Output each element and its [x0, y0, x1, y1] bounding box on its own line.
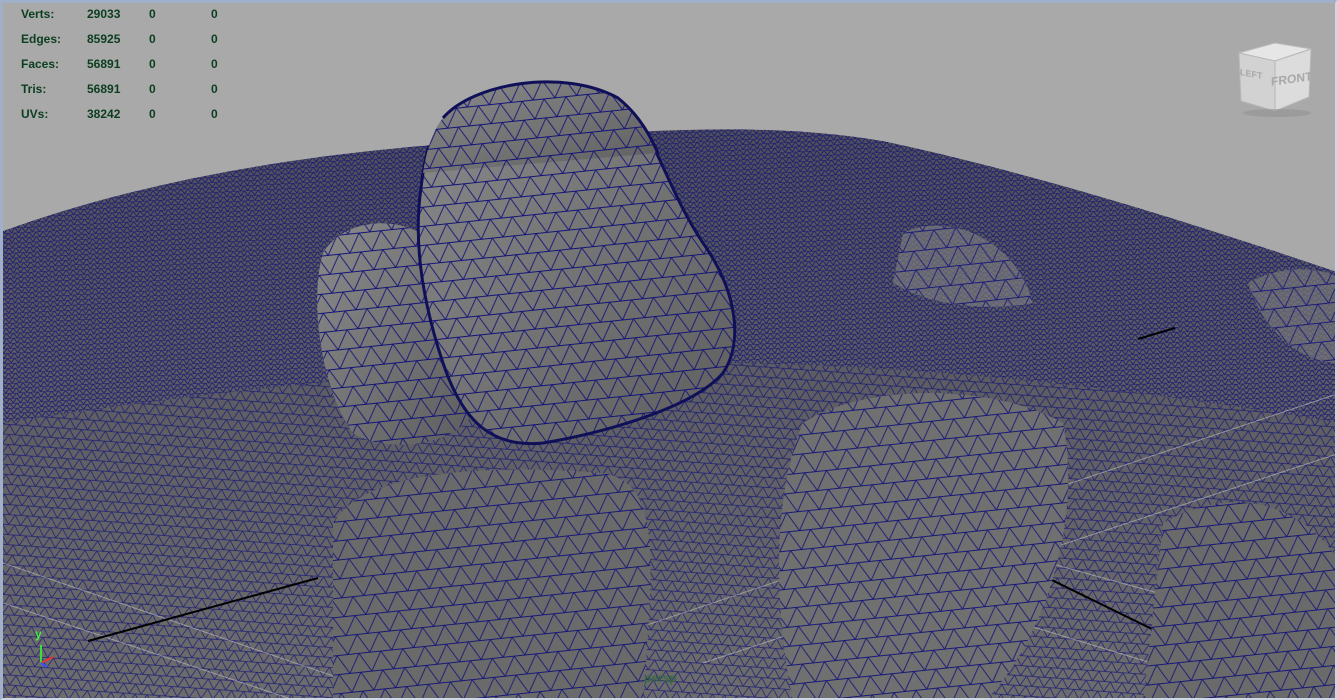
hud-value-selected: 0 — [149, 82, 156, 96]
hud-label: Tris: — [21, 82, 47, 96]
hud-value-other: 0 — [211, 107, 218, 121]
hud-value-other: 0 — [211, 57, 218, 71]
hud-value-total: 56891 — [87, 82, 121, 96]
axis-icon — [40, 645, 54, 668]
hud-value-total: 38242 — [87, 107, 121, 121]
hud-value-total: 56891 — [87, 57, 121, 71]
hud-value-selected: 0 — [149, 107, 156, 121]
hud-label: Faces: — [21, 57, 60, 71]
hud-value-selected: 0 — [149, 57, 156, 71]
hud-row-tris: Tris: 56891 0 0 — [21, 78, 281, 103]
view-cube[interactable]: LEFT FRONT — [1227, 39, 1323, 119]
axis-gizmo: y — [27, 623, 67, 673]
axis-y-label: y — [35, 627, 42, 641]
camera-name-label: persp — [644, 671, 677, 685]
hud-row-uvs: UVs: 38242 0 0 — [21, 103, 281, 128]
hud-label: Edges: — [21, 32, 62, 46]
hud-row-edges: Edges: 85925 0 0 — [21, 28, 281, 53]
hud-value-total: 85925 — [87, 32, 121, 46]
hud-value-selected: 0 — [149, 32, 156, 46]
hud-value-other: 0 — [211, 32, 218, 46]
maya-viewport[interactable]: Verts: 29033 0 0 Edges: 85925 0 0 Faces:… — [0, 0, 1337, 700]
hud-label: Verts: — [21, 7, 55, 21]
hud-value-total: 29033 — [87, 7, 121, 21]
poly-count-hud: Verts: 29033 0 0 Edges: 85925 0 0 Faces:… — [21, 3, 281, 128]
hud-value-other: 0 — [211, 7, 218, 21]
hud-value-selected: 0 — [149, 7, 156, 21]
hud-row-faces: Faces: 56891 0 0 — [21, 53, 281, 78]
hud-row-verts: Verts: 29033 0 0 — [21, 3, 281, 28]
hud-label: UVs: — [21, 107, 49, 121]
hud-value-other: 0 — [211, 82, 218, 96]
